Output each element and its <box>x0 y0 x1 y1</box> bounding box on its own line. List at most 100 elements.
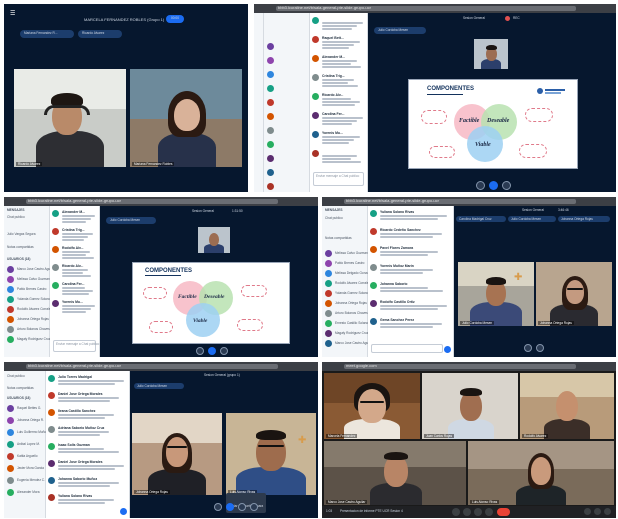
user-list-item[interactable] <box>267 71 307 78</box>
webcam-tile-1[interactable]: Ricardo Alvarez <box>14 69 126 167</box>
meet-tile-2[interactable]: Juan Carlos Rojas <box>422 373 518 439</box>
user-list-item[interactable]: Marco Jose Castro Aguilar <box>325 340 372 347</box>
chat-text-lines <box>322 79 365 89</box>
webcam-tile-2[interactable]: Johanna Ortega Rojas <box>536 262 612 326</box>
user-list-item[interactable]: Arturo Bolanos Chaves <box>7 326 50 333</box>
user-avatar <box>267 43 274 50</box>
user-list-item[interactable] <box>267 57 307 64</box>
webcam-tile-1[interactable]: ✚ Julio Cordoba Mesen <box>458 262 534 326</box>
talking-chip-3: Johanna Ortega Rojas <box>558 216 610 222</box>
hangup-button[interactable] <box>497 508 510 516</box>
meet-tile-3[interactable]: Rodolfo Alvarez <box>520 373 614 439</box>
mic-button[interactable] <box>524 344 532 352</box>
user-list-item[interactable] <box>267 43 307 50</box>
share-screen-button[interactable] <box>250 503 258 511</box>
user-list-item[interactable]: Luis Guillermo Muñoz <box>7 429 48 436</box>
chat-avatar <box>370 318 377 325</box>
meet-tile-5[interactable]: Luis Alonso Rivas <box>468 441 614 505</box>
chat-public-item[interactable]: Chat publico <box>325 216 343 220</box>
camera-button[interactable] <box>536 344 544 352</box>
present-button[interactable] <box>474 508 482 516</box>
chat-message <box>312 17 365 35</box>
webcam-tile[interactable] <box>474 39 508 69</box>
info-icon[interactable] <box>584 508 591 515</box>
user-list-item[interactable]: Melissa Calvo Guzman <box>325 250 368 257</box>
chat-public-item[interactable]: Chat publico <box>7 215 25 219</box>
chat-avatar <box>312 150 319 157</box>
self-user[interactable]: Julio Vargas Segura <box>7 232 35 236</box>
user-list-item[interactable]: Magaly Rodriguez Cruz <box>7 336 50 343</box>
chat-avatar <box>312 131 319 138</box>
notes-item[interactable]: Notas compartidas <box>7 386 34 390</box>
user-list-item[interactable]: Yolanda Gomez Solano <box>7 296 50 303</box>
user-name: Johanna Ortega R. <box>17 418 44 422</box>
send-button[interactable] <box>120 508 127 515</box>
user-list-item[interactable] <box>267 113 307 120</box>
webcam-tile[interactable] <box>198 227 230 253</box>
mic-button[interactable] <box>452 508 460 516</box>
user-list-item[interactable]: Javier Mora Garcia <box>7 465 44 472</box>
user-list-item[interactable] <box>267 155 307 162</box>
webcam-tile-2[interactable]: ✚ Luis Alonso Rivas <box>226 413 316 495</box>
user-list-item[interactable]: Rodolfo Alvarez Corrales <box>325 280 370 287</box>
user-list-item[interactable]: Yolanda Gomez Solano <box>325 290 368 297</box>
user-list-item[interactable] <box>267 85 307 92</box>
user-list-item[interactable]: Eugenia Mendez C. <box>7 477 45 484</box>
meet-tile-4[interactable]: Marco Jose Castro Aguilar <box>324 441 466 505</box>
annotation-bubble <box>525 108 553 122</box>
browser-bar: bbb3.lcuraline.net/b/sala-general-pte-sl… <box>254 4 616 13</box>
user-list-item[interactable]: Pablo Brenes Castro <box>325 260 365 267</box>
user-list-item[interactable] <box>267 99 307 106</box>
user-list-item[interactable]: Marco Jose Castro Aguilar <box>7 266 54 273</box>
record-icon[interactable] <box>505 16 510 21</box>
chat-icon[interactable] <box>604 508 611 515</box>
chat-author: Yorenis Mu... <box>62 300 83 304</box>
camera-button[interactable] <box>463 508 471 516</box>
url-field[interactable] <box>344 364 576 369</box>
send-button[interactable] <box>444 346 451 353</box>
user-list-item[interactable]: Kattia Arguello <box>7 453 43 460</box>
webcam-tile-2[interactable]: Mariana Fernandez Robles <box>130 69 242 167</box>
user-list-item[interactable]: Pablo Brenes Castro <box>7 286 47 293</box>
user-list-item[interactable]: Raquel Bettes G. <box>7 405 43 412</box>
user-list-item[interactable]: Johanna Ortega Rojas <box>7 316 49 323</box>
meet-tile-1[interactable]: Marcela Fernandez <box>324 373 420 439</box>
people-icon[interactable] <box>594 508 601 515</box>
more-button[interactable] <box>485 508 493 516</box>
user-list-item[interactable] <box>267 169 307 176</box>
chat-public-item[interactable]: Chat publico <box>7 374 25 378</box>
mic-button[interactable] <box>196 347 204 355</box>
bbb-menu-icon[interactable]: ☰ <box>10 10 16 17</box>
audio-button[interactable] <box>208 347 216 355</box>
notes-item[interactable]: Notas compartidas <box>7 245 34 249</box>
user-list-item[interactable]: Arturo Bolanos Chaves <box>325 310 368 317</box>
camera-button[interactable] <box>502 181 511 190</box>
chat-input[interactable] <box>371 344 443 353</box>
mic-button[interactable] <box>214 503 222 511</box>
user-list-item[interactable]: Johanna Ortega R. <box>7 417 44 424</box>
user-list-item[interactable]: Rodolfo Alvarez Corrales <box>7 306 52 313</box>
user-list-item[interactable]: Melissa Delgado Gonzalez <box>325 270 373 277</box>
mic-button[interactable] <box>476 181 485 190</box>
user-list-item[interactable] <box>267 127 307 134</box>
user-list-item[interactable]: Magaly Rodriguez Cruz <box>325 330 368 337</box>
camera-button[interactable] <box>238 503 246 511</box>
user-avatar <box>7 336 14 343</box>
user-list-item[interactable]: Melissa Calvo Guzman <box>7 276 50 283</box>
user-list-item[interactable]: Johanna Ortega Rojas <box>325 300 367 307</box>
webcam-tile-1[interactable]: Johanna Ortega Rojas <box>132 413 222 495</box>
audio-button[interactable] <box>226 503 234 511</box>
user-list-item[interactable]: Anibal Lopez M. <box>7 441 43 448</box>
record-badge[interactable]: 00:00 <box>166 15 184 23</box>
chat-input[interactable]: Enviar mensaje a Chat publico <box>53 340 99 352</box>
user-list-item[interactable] <box>267 141 307 148</box>
user-list-item[interactable]: Alexander Mora <box>7 489 43 496</box>
chat-pane: Alexander M... Cristina Trig... Rodolfo Al… <box>50 206 100 357</box>
chat-avatar <box>312 17 319 24</box>
audio-button[interactable] <box>489 181 498 190</box>
camera-button[interactable] <box>220 347 228 355</box>
notes-item[interactable]: Notas compartidas <box>325 236 352 240</box>
user-list-item[interactable] <box>267 183 307 190</box>
chat-input[interactable]: Enviar mensaje a Chat publico <box>313 172 364 186</box>
user-list-item[interactable]: Ernesto Castillo Solano <box>325 320 368 327</box>
